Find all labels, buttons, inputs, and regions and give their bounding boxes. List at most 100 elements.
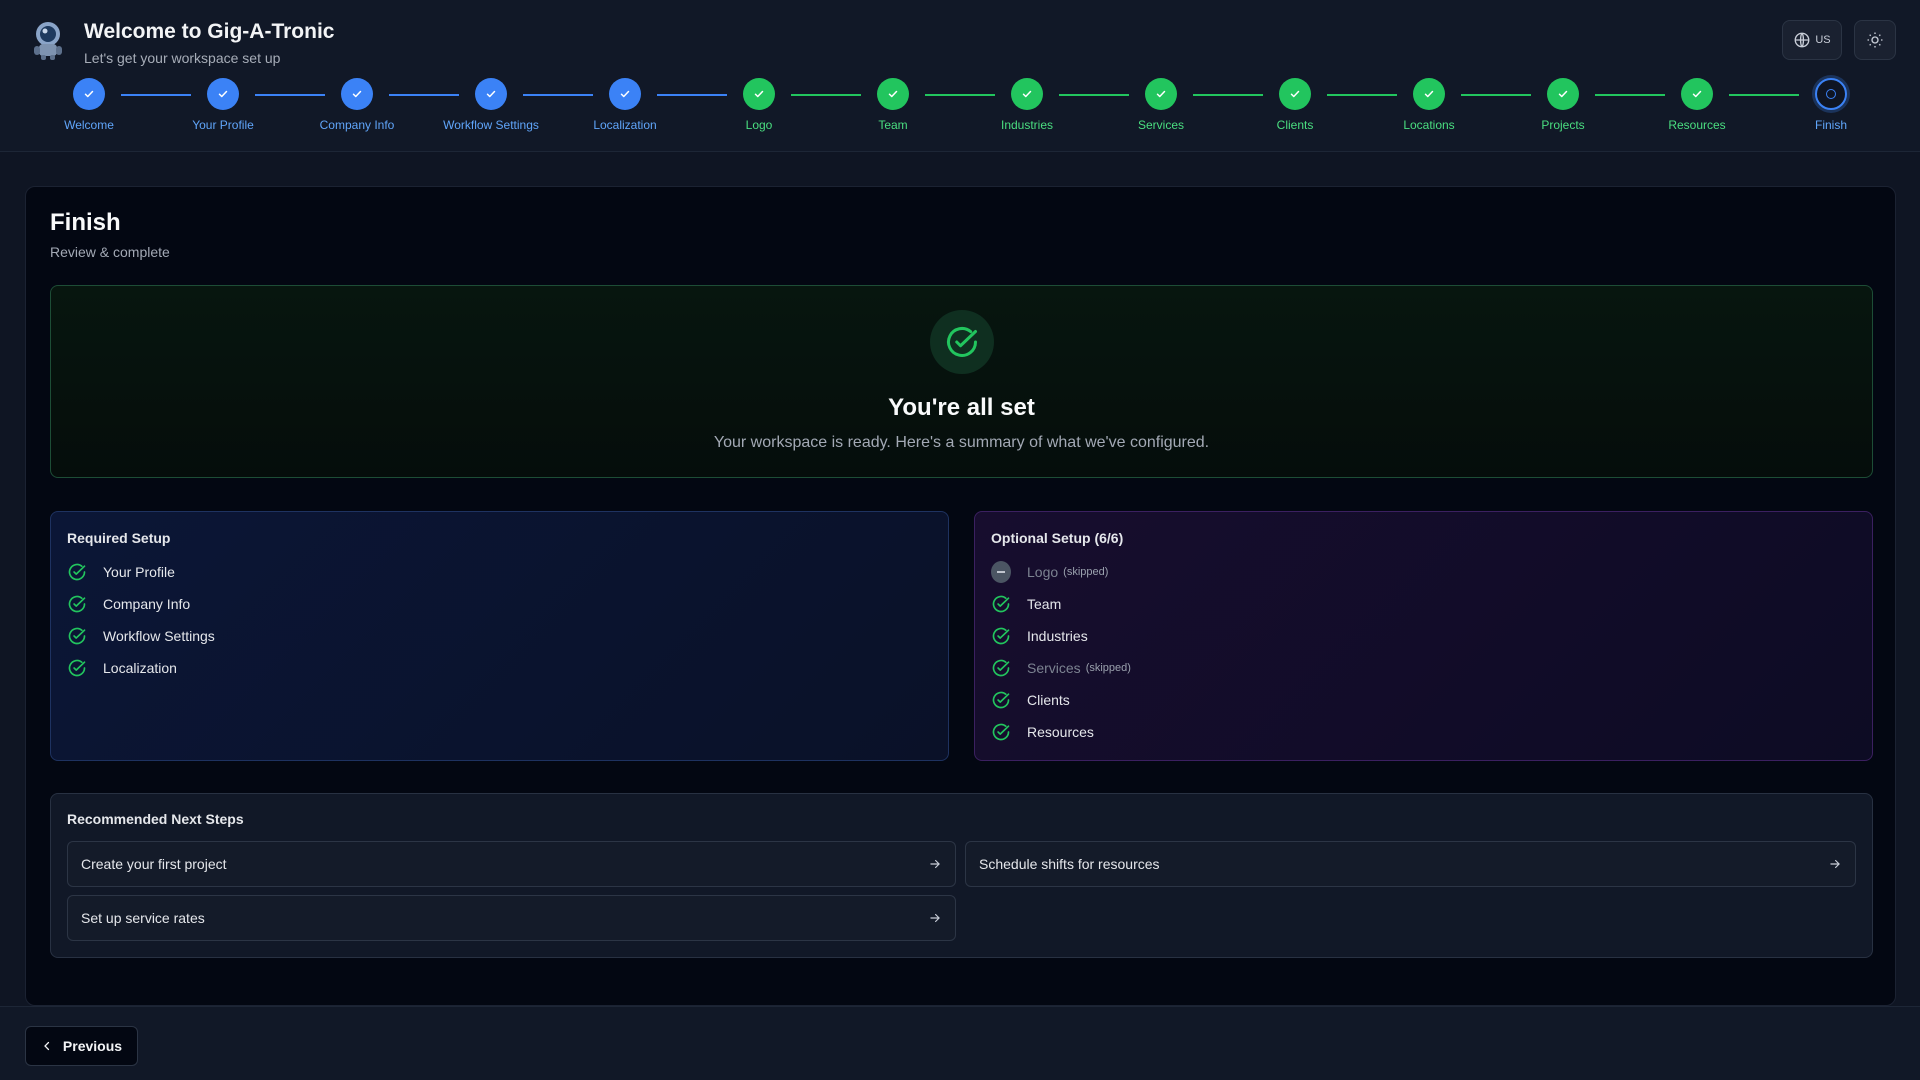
brand: Welcome to Gig-A-Tronic Let's get your w… (30, 20, 334, 66)
arrow-right-icon (930, 859, 940, 869)
step-label: Localization (593, 118, 657, 132)
globe-icon (1794, 32, 1810, 48)
check-icon (475, 78, 507, 110)
check-circle-icon (67, 594, 87, 614)
check-icon (73, 78, 105, 110)
setup-item: Localization (67, 652, 932, 684)
setup-item: Company Info (67, 588, 932, 620)
step-finish[interactable]: Finish (1761, 78, 1901, 132)
check-icon (1011, 78, 1043, 110)
language-button[interactable]: US (1782, 20, 1842, 60)
check-circle-icon (991, 594, 1011, 614)
step-label: Company Info (319, 118, 395, 132)
success-subtitle: Your workspace is ready. Here's a summar… (713, 434, 1210, 451)
check-icon (1413, 78, 1445, 110)
check-icon (341, 78, 373, 110)
step-label: Logo (745, 118, 773, 132)
setup-item: Your Profile (67, 556, 932, 588)
success-check-icon (929, 310, 994, 374)
check-icon (1279, 78, 1311, 110)
step-localization[interactable]: Localization (555, 78, 695, 132)
setup-item: Team (991, 588, 1856, 620)
setup-item-label: Team (1027, 596, 1062, 612)
app-title: Welcome to Gig-A-Tronic (84, 20, 335, 43)
check-icon (743, 78, 775, 110)
required-setup-panel: Required Setup Your Profile Company Info W… (50, 511, 949, 761)
step-label: Clients (1276, 118, 1314, 132)
step-welcome[interactable]: Welcome (19, 78, 159, 132)
step-clients[interactable]: Clients (1225, 78, 1365, 132)
success-banner: You're all set Your workspace is ready. … (50, 285, 1873, 478)
previous-button[interactable]: Previous (25, 1026, 138, 1066)
step-resources[interactable]: Resources (1627, 78, 1767, 132)
step-label: Projects (1541, 118, 1585, 132)
optional-setup-title: Optional Setup (6/6) (991, 530, 1124, 546)
next-steps-title: Recommended Next Steps (67, 811, 244, 827)
skipped-icon (991, 561, 1011, 583)
theme-toggle-button[interactable] (1854, 20, 1896, 60)
setup-item: Workflow Settings (67, 620, 932, 652)
previous-label: Previous (62, 1038, 123, 1054)
step-team[interactable]: Team (823, 78, 963, 132)
next-steps-panel: Recommended Next Steps Create your first… (50, 793, 1873, 958)
next-step-service-rates[interactable]: Set up service rates (67, 895, 956, 941)
app-subtitle: Let's get your workspace set up (84, 50, 281, 66)
step-label: Welcome (64, 118, 114, 132)
step-label: Services (1137, 118, 1184, 132)
success-title: You're all set (888, 394, 1035, 421)
step-label: Resources (1668, 118, 1726, 132)
step-services[interactable]: Services (1091, 78, 1231, 132)
setup-item-label: Your Profile (103, 564, 175, 580)
next-step-label: Set up service rates (81, 910, 205, 926)
check-icon (609, 78, 641, 110)
setup-item: Clients (991, 684, 1856, 716)
setup-item-label: Industries (1027, 628, 1088, 644)
step-industries[interactable]: Industries (957, 78, 1097, 132)
check-circle-icon (67, 626, 87, 646)
check-icon (877, 78, 909, 110)
setup-item-label: Company Info (103, 596, 191, 612)
check-circle-icon (991, 626, 1011, 646)
onboarding-footer: Previous (0, 1006, 1920, 1080)
chevron-left-icon (44, 1041, 50, 1051)
step-logo[interactable]: Logo (689, 78, 829, 132)
step-your-profile[interactable]: Your Profile (153, 78, 293, 132)
onboarding-header: Welcome to Gig-A-Tronic Let's get your w… (0, 0, 1920, 152)
astronaut-logo-icon (34, 22, 62, 60)
step-label: Industries (1000, 118, 1054, 132)
step-projects[interactable]: Projects (1493, 78, 1633, 132)
step-locations[interactable]: Locations (1359, 78, 1499, 132)
setup-item-label: Logo (1027, 564, 1059, 580)
optional-setup-panel: Optional Setup (6/6) Logo (skipped) Team In… (974, 511, 1873, 761)
check-icon (207, 78, 239, 110)
step-label: Locations (1403, 118, 1455, 132)
next-step-create-project[interactable]: Create your first project (67, 841, 956, 887)
setup-item-label: Workflow Settings (103, 628, 215, 644)
current-step-icon (1815, 78, 1847, 110)
language-label: US (1815, 34, 1831, 46)
check-circle-icon (67, 562, 87, 582)
arrow-right-icon (930, 913, 940, 923)
setup-item: Industries (991, 620, 1856, 652)
step-workflow-settings[interactable]: Workflow Settings (421, 78, 561, 132)
next-step-label: Schedule shifts for resources (979, 856, 1160, 872)
step-company-info[interactable]: Company Info (287, 78, 427, 132)
step-label: Workflow Settings (443, 118, 539, 132)
page-title: Finish (50, 209, 121, 236)
next-step-schedule-shifts[interactable]: Schedule shifts for resources (965, 841, 1856, 887)
check-icon (1547, 78, 1579, 110)
finish-card: Finish Review & complete You're all set … (25, 186, 1896, 1006)
step-label: Finish (1814, 118, 1847, 132)
next-step-label: Create your first project (81, 856, 227, 872)
setup-item-label: Localization (103, 660, 177, 676)
step-label: Team (878, 118, 908, 132)
onboarding-stepper: Welcome Your Profile Company Info Workflow … (0, 78, 1920, 138)
sun-icon (1867, 32, 1883, 48)
skipped-badge: (skipped) (1063, 566, 1109, 578)
check-icon (1681, 78, 1713, 110)
skipped-badge: (skipped) (1085, 662, 1131, 674)
page-subtitle: Review & complete (50, 244, 170, 260)
check-icon (1145, 78, 1177, 110)
check-circle-icon (991, 690, 1011, 710)
arrow-right-icon (1830, 859, 1840, 869)
